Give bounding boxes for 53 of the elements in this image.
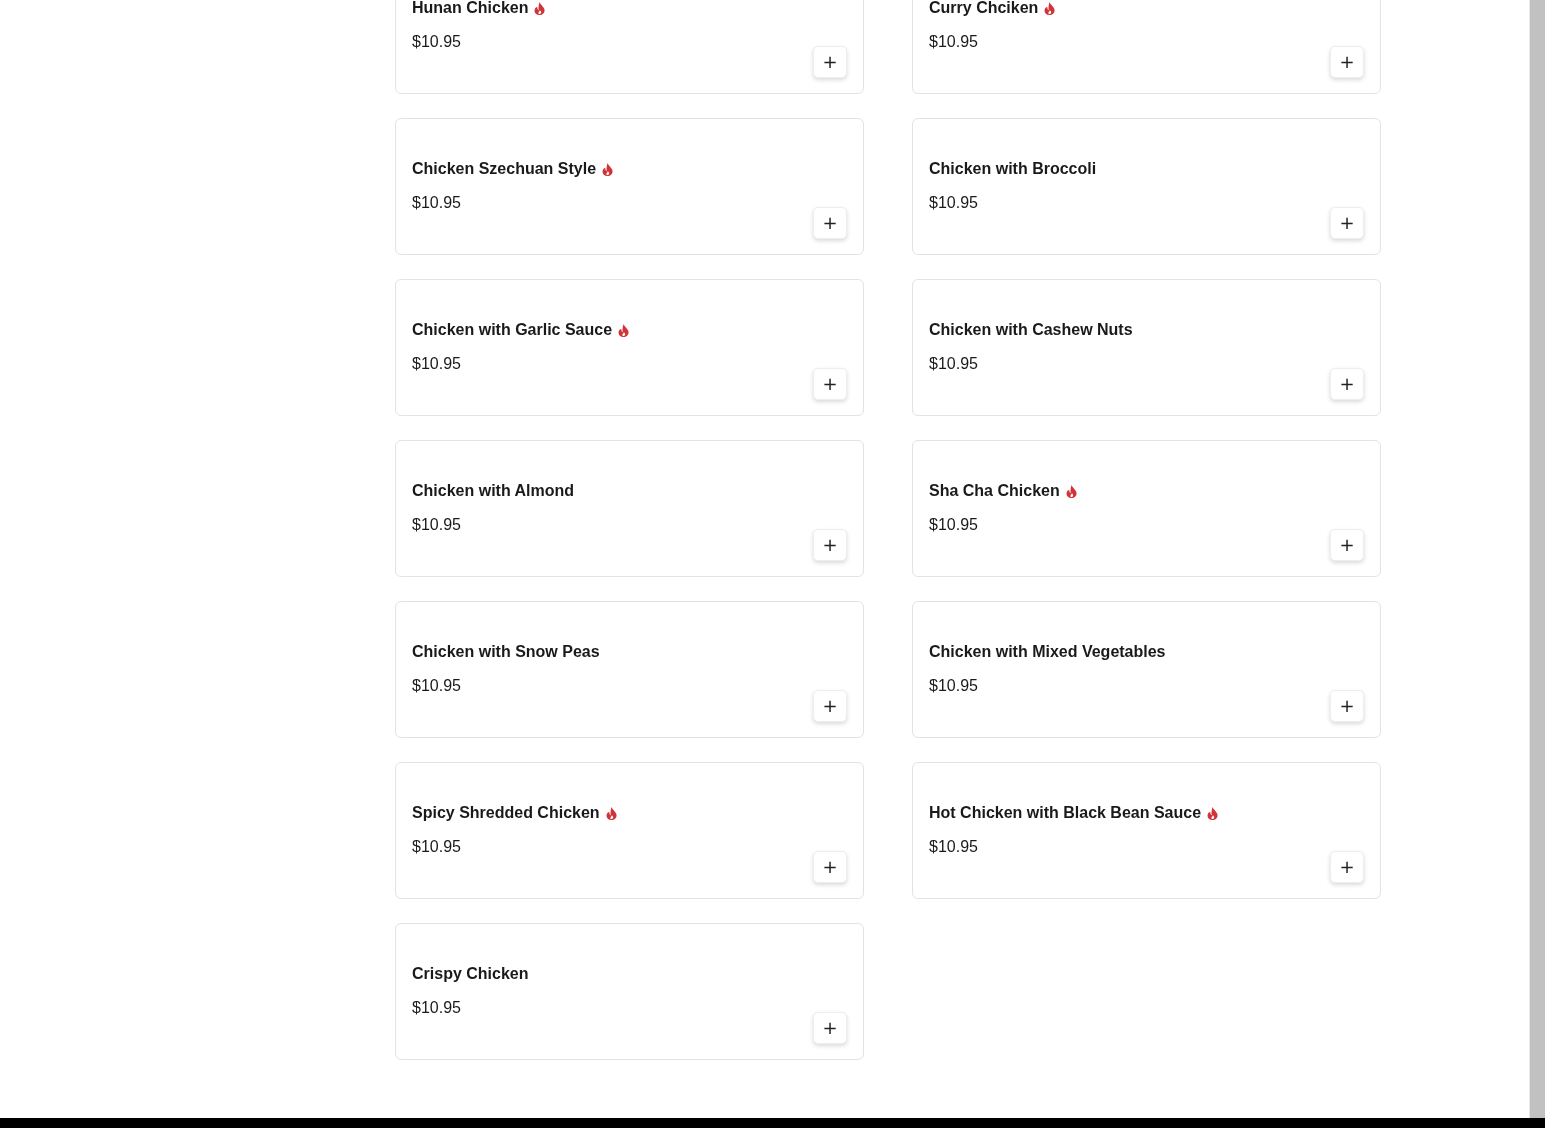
add-button[interactable]: + [813, 529, 847, 561]
menu-item-card[interactable]: Spicy Shredded Chicken $10.95 + [395, 762, 864, 899]
add-button[interactable]: + [1330, 46, 1364, 78]
item-price: $10.95 [412, 676, 462, 696]
menu-item-card[interactable]: Crispy Chicken $10.95 + [395, 923, 864, 1060]
menu-item-card[interactable]: Chicken with Garlic Sauce $10.95 + [395, 279, 864, 416]
item-price: $10.95 [929, 837, 979, 857]
item-name: Hunan Chicken [412, 0, 529, 17]
item-name: Chicken with Snow Peas [412, 643, 600, 661]
menu-item-card[interactable]: Chicken with Cashew Nuts $10.95 + [912, 279, 1381, 416]
item-price: $10.95 [412, 354, 462, 374]
item-name: Sha Cha Chicken [929, 482, 1060, 500]
item-price: $10.95 [412, 998, 462, 1018]
item-name: Hot Chicken with Black Bean Sauce [929, 804, 1202, 822]
menu-item-card[interactable]: Chicken with Broccoli $10.95 + [912, 118, 1381, 255]
add-button[interactable]: + [1330, 207, 1364, 239]
item-price: $10.95 [929, 32, 979, 52]
add-button[interactable]: + [1330, 529, 1364, 561]
item-name: Chicken with Garlic Sauce [412, 321, 613, 339]
add-button[interactable]: + [1330, 368, 1364, 400]
item-price: $10.95 [412, 193, 462, 213]
item-name: Chicken with Cashew Nuts [929, 321, 1133, 339]
menu-item-card[interactable]: Chicken with Almond $10.95 + [395, 440, 864, 577]
add-button[interactable]: + [813, 1012, 847, 1044]
item-name: Curry Chciken [929, 0, 1039, 17]
item-price: $10.95 [412, 32, 462, 52]
item-price: $10.95 [412, 515, 462, 535]
add-button[interactable]: + [813, 368, 847, 400]
item-name: Crispy Chicken [412, 965, 529, 983]
menu-item-card[interactable]: Curry Chciken $10.95 + [912, 0, 1381, 94]
item-price: $10.95 [929, 354, 979, 374]
item-price: $10.95 [412, 837, 462, 857]
menu-item-card[interactable]: Chicken Szechuan Style $10.95 + [395, 118, 864, 255]
item-price: $10.95 [929, 676, 979, 696]
menu-item-card[interactable]: Chicken with Snow Peas $10.95 + [395, 601, 864, 738]
add-button[interactable]: + [1330, 851, 1364, 883]
add-button[interactable]: + [813, 46, 847, 78]
add-button[interactable]: + [1330, 690, 1364, 722]
menu-item-card[interactable]: Hunan Chicken $10.95 + [395, 0, 864, 94]
add-button[interactable]: + [813, 207, 847, 239]
menu-item-card[interactable]: Hot Chicken with Black Bean Sauce $10.95 + [912, 762, 1381, 899]
item-price: $10.95 [929, 515, 979, 535]
item-name: Chicken with Mixed Vegetables [929, 643, 1166, 661]
item-name: Chicken with Almond [412, 482, 575, 500]
scrollbar[interactable] [1529, 0, 1545, 1118]
item-name: Chicken with Broccoli [929, 160, 1097, 178]
item-name: Chicken Szechuan Style [412, 160, 597, 178]
menu-item-card[interactable]: Sha Cha Chicken $10.95 + [912, 440, 1381, 577]
item-price: $10.95 [929, 193, 979, 213]
add-button[interactable]: + [813, 690, 847, 722]
add-button[interactable]: + [813, 851, 847, 883]
menu-item-card[interactable]: Chicken with Mixed Vegetables $10.95 + [912, 601, 1381, 738]
item-name: Spicy Shredded Chicken [412, 804, 600, 822]
